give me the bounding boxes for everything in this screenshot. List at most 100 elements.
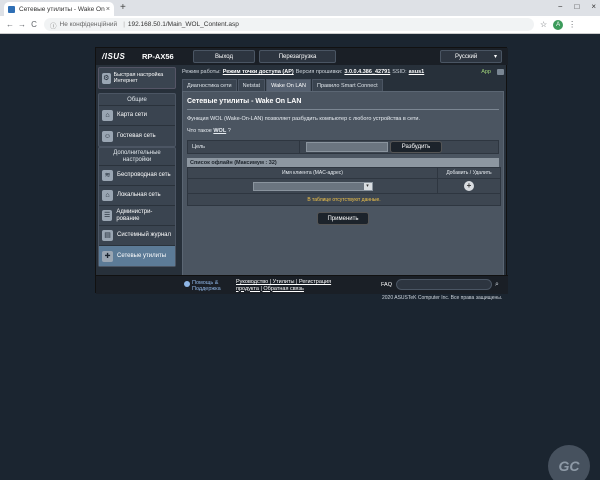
language-select[interactable]: Русский ▾ <box>440 50 502 63</box>
panel-title: Сетевые утилиты - Wake On LAN <box>187 98 499 110</box>
sidebar-item-wireless[interactable]: ≋ Беспроводная сеть <box>99 166 175 186</box>
log-icon: ▤ <box>102 230 113 241</box>
browser-menu-icon[interactable]: ⋮ <box>568 20 576 29</box>
sidebar-item-label: Локальная сеть <box>117 192 161 199</box>
wol-panel: Сетевые утилиты - Wake On LAN Функция WO… <box>182 91 504 293</box>
info-icon[interactable]: ⓘ <box>50 20 57 30</box>
what-is-text: Что такое <box>187 128 212 134</box>
sidebar-item-label: Беспроводная сеть <box>117 172 171 179</box>
footer-links-line1[interactable]: Руководство | Утилиты | Регистрация <box>236 279 331 285</box>
router-ui: /ISUS RP-AX56 Выход Перезагрузка Русский… <box>95 47 508 294</box>
col-client-name: Имя клиента (MAC-адрес) <box>187 167 438 179</box>
mode-value-link[interactable]: Режим точки доступа (AP) <box>223 69 294 75</box>
app-label[interactable]: App <box>481 69 491 75</box>
what-is-suffix: ? <box>227 128 231 134</box>
search-icon[interactable]: ⌕ <box>495 281 499 289</box>
browser-tab[interactable]: Сетевые утилиты - Wake On LAN × <box>4 2 114 16</box>
forward-icon[interactable]: → <box>16 20 28 29</box>
router-footer: Помощь & Поддержка Руководство | Утилиты… <box>96 275 508 294</box>
sidebar-advanced-group: Дополнительные настройки ≋ Беспроводная … <box>98 147 176 267</box>
what-is-wol: Что такое WOL ? <box>187 128 499 134</box>
url-separator: | <box>123 21 125 28</box>
help-support-link[interactable]: Помощь & Поддержка <box>184 280 221 292</box>
sidebar-item-label: Администри-рование <box>116 209 153 222</box>
main-content: Режим работы: Режим точки доступа (AP) В… <box>182 67 504 294</box>
window-close-icon[interactable]: × <box>591 2 596 11</box>
faq-label: FAQ <box>381 282 393 288</box>
empty-message: В таблице отсутствуют данные. <box>187 193 501 206</box>
back-icon[interactable]: ← <box>4 20 16 29</box>
help-line2: Поддержка <box>192 286 221 292</box>
help-text: Помощь & Поддержка <box>192 280 221 292</box>
bookmark-star-icon[interactable]: ☆ <box>540 20 547 29</box>
wake-button[interactable]: Разбудить <box>390 141 442 153</box>
quick-setup-label: Быстрая настройка Интернет <box>113 71 164 85</box>
tab-smart-connect-rule[interactable]: Правило Smart Connect <box>312 79 383 91</box>
tools-icon: ✚ <box>102 250 113 262</box>
quick-setup-button[interactable]: ⚙ Быстрая настройка Интернет <box>98 67 176 89</box>
panel-description: Функция WOL (Wake-On-LAN) позволяет разб… <box>187 116 421 122</box>
sidebar-general-heading: Общие <box>99 94 175 106</box>
wol-help-link[interactable]: WOL <box>213 128 226 134</box>
sidebar-general-group: Общие ⌂ Карта сети ☺ Гостевая сеть <box>98 93 176 147</box>
apply-button[interactable]: Применить <box>317 212 369 225</box>
wifi-icon: ≋ <box>102 170 113 181</box>
target-label: Цель <box>188 141 300 153</box>
new-tab-button[interactable]: + <box>120 3 126 13</box>
offline-list-table: Имя клиента (MAC-адрес) Добавить / Удали… <box>187 167 501 206</box>
language-value: Русский <box>455 53 478 60</box>
firmware-label: Версия прошивки: <box>295 69 343 75</box>
model-name: RP-AX56 <box>142 52 174 61</box>
sidebar-item-network-tools[interactable]: ✚ Сетевые утилиты <box>99 246 175 266</box>
footer-links-line2[interactable]: продукта | Обратная связь <box>236 286 304 292</box>
target-mac-input[interactable] <box>306 142 388 152</box>
tab-close-icon[interactable]: × <box>106 6 110 13</box>
browser-tab-bar: Сетевые утилиты - Wake On LAN × + − □ × <box>0 0 600 16</box>
footer-links: Руководство | Утилиты | Регистрация прод… <box>236 279 331 292</box>
profile-avatar[interactable]: A <box>553 19 564 30</box>
client-mac-select[interactable]: ▾ <box>252 181 373 191</box>
ssid-label: SSID: <box>392 69 407 75</box>
quick-setup-icon: ⚙ <box>102 72 111 84</box>
faq-search-input[interactable] <box>396 279 492 290</box>
url-input[interactable]: ⓘ Не конфіденційний | 192.168.50.1/Main_… <box>44 18 534 31</box>
chevron-down-icon: ▾ <box>363 182 372 190</box>
tab-network-diagnostics[interactable]: Диагностика сети <box>182 79 237 91</box>
sidebar-item-network-map[interactable]: ⌂ Карта сети <box>99 106 175 126</box>
sidebar-item-label: Системный журнал <box>117 232 171 239</box>
favicon-icon <box>8 5 15 13</box>
tab-netstat[interactable]: Netstat <box>237 79 266 91</box>
client-select-cell: ▾ <box>187 178 438 194</box>
sidebar-item-administration[interactable]: ☰ Администри-рование <box>99 206 175 226</box>
chevron-down-icon: ▾ <box>493 54 497 60</box>
add-icon[interactable]: + <box>464 181 474 191</box>
guest-network-icon: ☺ <box>102 130 113 142</box>
table-input-row: ▾ + <box>187 178 501 194</box>
offline-list-heading: Список офлайн (Максимум : 32) <box>187 158 499 167</box>
reload-icon[interactable]: C <box>28 20 40 29</box>
firmware-value-link[interactable]: 3.0.0.4.386_42791 <box>344 69 390 75</box>
sidebar-item-label: Карта сети <box>117 112 147 119</box>
printer-icon[interactable] <box>497 69 504 75</box>
target-row: Цель Разбудить <box>187 140 499 154</box>
logout-button[interactable]: Выход <box>193 50 255 63</box>
help-icon <box>184 281 190 287</box>
asus-logo: /ISUS <box>102 52 126 61</box>
status-line: Режим работы: Режим точки доступа (AP) В… <box>182 67 504 77</box>
lan-icon: ⌂ <box>102 190 113 201</box>
maximize-icon[interactable]: □ <box>574 2 579 11</box>
tab-wake-on-lan[interactable]: Wake On LAN <box>266 79 312 91</box>
sidebar-advanced-heading: Дополнительные настройки <box>99 148 175 166</box>
copyright-text: 2020 ASUSTeK Computer Inc. Все права защ… <box>382 295 503 301</box>
sidebar-item-lan[interactable]: ⌂ Локальная сеть <box>99 186 175 206</box>
reboot-button[interactable]: Перезагрузка <box>259 50 336 63</box>
sidebar-item-system-log[interactable]: ▤ Системный журнал <box>99 226 175 246</box>
watermark-logo: GC <box>548 445 590 480</box>
sidebar-item-guest-network[interactable]: ☺ Гостевая сеть <box>99 126 175 146</box>
address-bar: ← → C ⓘ Не конфіденційний | 192.168.50.1… <box>0 16 600 34</box>
minimize-icon[interactable]: − <box>558 2 563 11</box>
add-cell: + <box>437 178 501 194</box>
tab-title: Сетевые утилиты - Wake On LAN <box>19 5 106 13</box>
admin-icon: ☰ <box>102 210 113 221</box>
ssid-value-link[interactable]: asus1 <box>409 69 425 75</box>
